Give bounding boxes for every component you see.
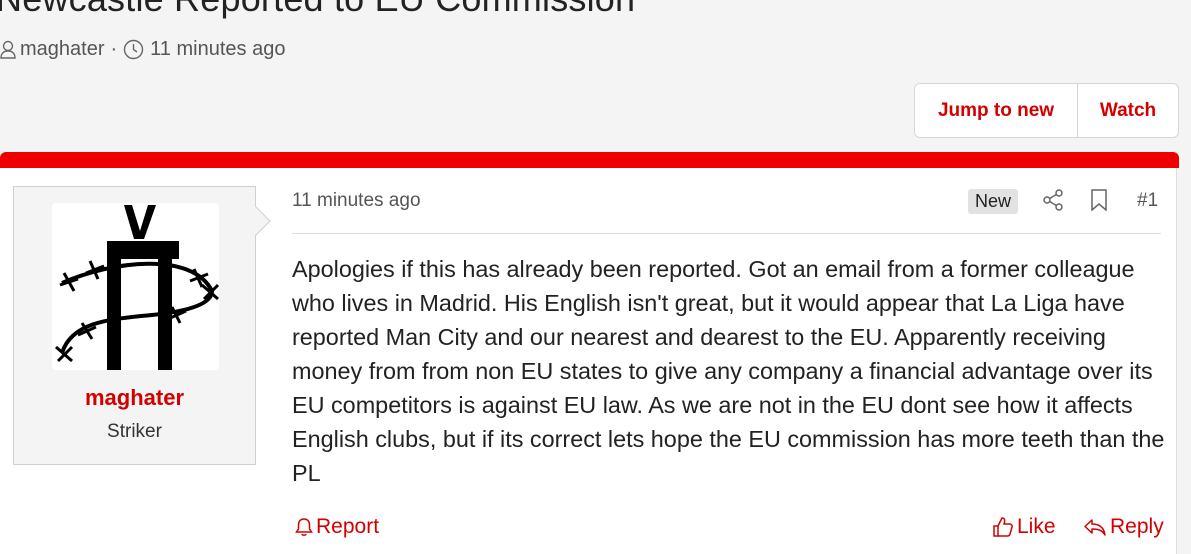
thread-actions: Jump to new Watch: [914, 83, 1179, 138]
bell-icon: [295, 518, 313, 536]
reply-button[interactable]: Reply: [1083, 515, 1164, 539]
like-button[interactable]: Like: [992, 515, 1056, 539]
user-card-arrow: [255, 206, 271, 236]
username[interactable]: maghater: [14, 385, 255, 411]
post-header-divider: [292, 233, 1161, 234]
post: maghater Striker 11 minutes ago New #1 A…: [0, 168, 1177, 554]
user-icon: [0, 40, 16, 59]
jump-to-new-button[interactable]: Jump to new: [915, 84, 1078, 137]
reply-label: Reply: [1110, 515, 1164, 538]
thread-time[interactable]: 11 minutes ago: [150, 38, 285, 61]
report-label: Report: [316, 515, 380, 538]
watch-button[interactable]: Watch: [1078, 84, 1178, 137]
thread-meta: maghater · 11 minutes ago: [0, 38, 285, 61]
barbed-wire-candle-icon: [55, 205, 219, 370]
like-label: Like: [1017, 515, 1056, 538]
share-icon[interactable]: [1042, 189, 1064, 211]
post-top-bar: [0, 152, 1179, 168]
clock-icon: [123, 39, 144, 60]
report-button[interactable]: Report: [295, 515, 379, 539]
user-card: maghater Striker: [13, 186, 256, 465]
post-time[interactable]: 11 minutes ago: [292, 190, 421, 212]
reply-icon: [1084, 519, 1106, 536]
avatar[interactable]: [52, 203, 219, 370]
user-title: Striker: [107, 421, 162, 442]
post-body: Apologies if this has already been repor…: [292, 256, 1165, 486]
meta-separator: ·: [110, 38, 118, 60]
thumbs-up-icon: [993, 517, 1013, 537]
thread-title: Newcastle Reported to EU Commission: [0, 0, 635, 20]
post-number-link[interactable]: #1: [1137, 190, 1158, 212]
thread-author[interactable]: maghater: [20, 38, 105, 61]
new-badge: New: [968, 189, 1019, 214]
bookmark-icon[interactable]: [1089, 189, 1109, 211]
